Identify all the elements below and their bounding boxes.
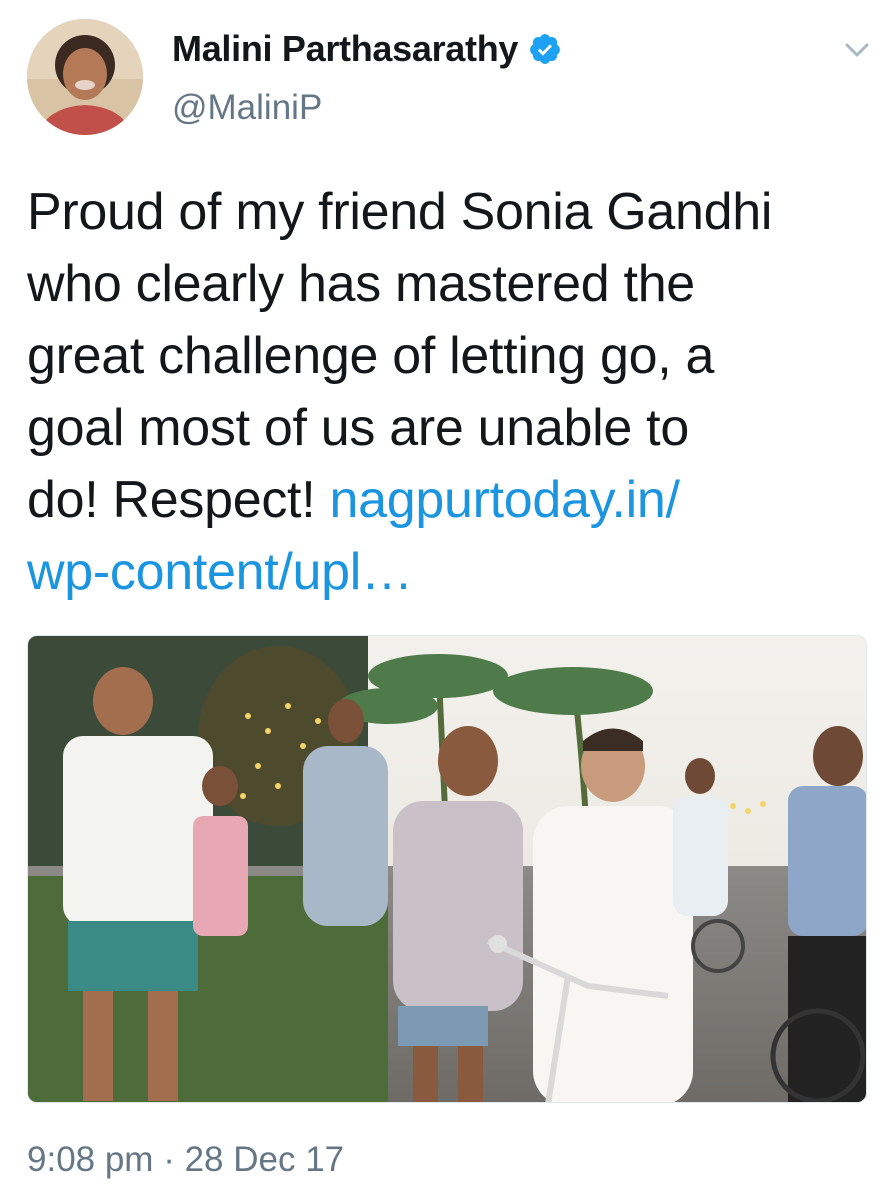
tweet-text-line: Proud of my friend Sonia Gandhi — [27, 183, 773, 241]
tweet-text-line-with-link: do! Respect! nagpurtoday.in/ — [27, 464, 867, 536]
tweet-text-line: great challenge of letting go, a — [27, 327, 715, 385]
tweet-photo[interactable] — [27, 635, 867, 1103]
tweet-timestamp[interactable]: 9:08 pm · 28 Dec 17 — [27, 1140, 344, 1180]
tweet-link-continued[interactable]: wp-content/upl… — [27, 543, 413, 601]
verified-badge-icon — [530, 34, 561, 64]
tweet-link[interactable]: nagpurtoday.in/ — [330, 471, 680, 529]
avatar[interactable] — [27, 19, 143, 135]
tweet-text-segment: do! Respect! — [27, 471, 330, 529]
tweet-text-line: who clearly has mastered the — [27, 255, 695, 313]
photo-scene — [28, 636, 866, 1102]
tweet-link-continuation: wp-content/upl… — [27, 536, 867, 608]
tweet-card: Malini Parthasarathy @MaliniP Proud of m… — [0, 0, 894, 1200]
tweet-text: Proud of my friend Sonia Gandhi who clea… — [27, 176, 867, 608]
tweet-text-line: goal most of us are unable to — [27, 399, 689, 457]
author-handle[interactable]: @MaliniP — [172, 88, 322, 128]
author-name-row[interactable]: Malini Parthasarathy — [172, 28, 562, 70]
chevron-down-icon[interactable] — [842, 38, 872, 62]
display-name[interactable]: Malini Parthasarathy — [172, 28, 518, 70]
